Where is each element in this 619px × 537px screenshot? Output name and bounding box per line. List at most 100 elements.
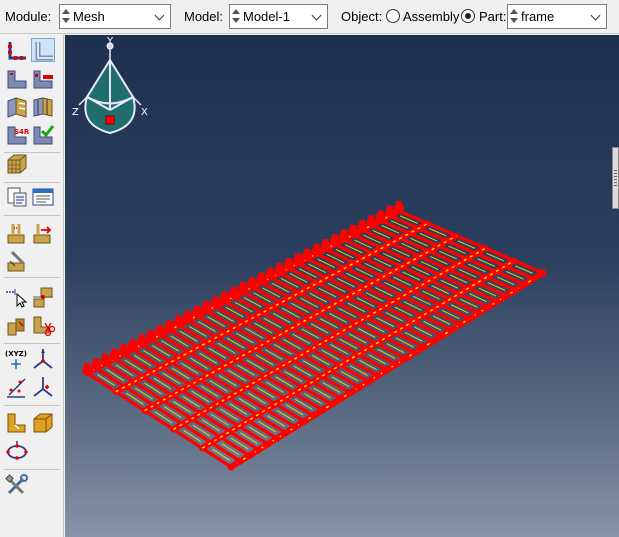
create-datum-point-tool-icon[interactable] [5, 221, 29, 245]
mesh-stiffener [377, 210, 384, 221]
partition-edge-tool-icon[interactable] [5, 411, 29, 435]
module-combo[interactable]: Mesh [59, 4, 171, 29]
mesh-stiffener [93, 358, 100, 369]
mesh-stiffener [102, 353, 109, 364]
toolbox-divider [4, 182, 60, 183]
mesh-node-end [365, 377, 373, 385]
mesh-node-end [456, 320, 464, 328]
mesh-stiffener [304, 248, 311, 259]
datum-csys-tool-icon[interactable] [31, 347, 55, 371]
assembly-radio[interactable] [386, 9, 400, 23]
mesh-node-end [236, 457, 244, 465]
datum-plane-tool-icon[interactable] [5, 375, 29, 399]
mesh-stiffener [368, 215, 375, 226]
create-shell-tool-icon[interactable] [31, 411, 55, 435]
viewport-scroll-handle[interactable] [612, 147, 619, 209]
spin-arrows-icon[interactable] [232, 7, 240, 26]
object-label: Object: [341, 9, 383, 24]
mesh-stiffener [322, 239, 329, 250]
part-combo[interactable]: frame [507, 4, 607, 29]
mesh-node-end [355, 383, 363, 391]
mesh-stiffener [148, 329, 155, 340]
seed-part-edge-tool-icon[interactable] [5, 39, 29, 63]
verify-mesh-tool-icon[interactable] [31, 123, 55, 147]
mesh-stiffener [184, 310, 191, 321]
mesh-rib [268, 276, 417, 355]
datum-point-xyz-tool-icon[interactable]: (XYZ) [5, 347, 29, 371]
mesh-node-end [466, 315, 474, 323]
mesh-part-tool-icon[interactable] [5, 152, 29, 176]
mesh-stiffener [139, 334, 146, 345]
model-combo[interactable]: Model-1 [229, 4, 328, 29]
module-label: Module: [5, 9, 52, 24]
part-radio[interactable] [461, 9, 475, 23]
chevron-down-icon[interactable] [309, 6, 326, 27]
triad-y-label: Y [106, 36, 114, 47]
part-value: frame [521, 9, 555, 24]
module-value: Mesh [73, 9, 105, 24]
part-radio-label[interactable]: Part: [479, 9, 506, 24]
move-point-tool-icon[interactable] [31, 375, 55, 399]
toolbox-divider [4, 405, 60, 406]
datum-axis-tool-icon[interactable] [5, 285, 29, 309]
mesh-node-end [502, 292, 510, 300]
toolbox-divider [4, 277, 60, 278]
mesh-stiffener [258, 272, 265, 283]
mesh-rib [241, 290, 389, 372]
partition-face-tool-icon[interactable] [31, 95, 55, 119]
mesh-stiffener [203, 301, 210, 312]
mesh-stiffener [285, 258, 292, 269]
mesh-node-end [374, 372, 382, 380]
mesh-toolbox: S4R (XYZ) [0, 35, 64, 537]
mesh-stiffener [396, 201, 402, 211]
mesh-node-end [521, 280, 529, 288]
mesh-node-end [475, 309, 483, 317]
mesh-stiffener [249, 277, 256, 288]
mesh-rib [278, 271, 426, 349]
mesh-node-end [420, 343, 428, 351]
chevron-down-icon[interactable] [588, 6, 605, 27]
seed-edge-bias-tool-icon[interactable] [31, 67, 55, 91]
model-value: Model-1 [243, 9, 290, 24]
mesh-stiffener [157, 324, 164, 335]
mesh-node-end [438, 332, 446, 340]
mesh-node-end [300, 417, 308, 425]
delete-seed-tool-icon[interactable] [5, 67, 29, 91]
mesh-node-end [346, 389, 354, 397]
context-bar: Module: Mesh Model: Model-1 Object: Asse… [0, 0, 619, 34]
edit-mesh-tool-icon[interactable] [31, 221, 55, 245]
virtual-topology-tool-icon[interactable] [31, 285, 55, 309]
toolbox-divider [4, 215, 60, 216]
spin-arrows-icon[interactable] [510, 7, 518, 26]
element-type-s4r-tool-icon[interactable]: S4R [5, 123, 29, 147]
triad-x-label: X [141, 107, 148, 118]
mesh-stiffener [111, 348, 118, 359]
mesh-node-end [245, 452, 253, 460]
assign-orphan-mesh-tool-icon[interactable] [5, 313, 29, 337]
mesh-stiffener [230, 286, 237, 297]
seed-edge-tool-icon[interactable] [31, 38, 55, 62]
graphics-viewport[interactable]: Y Z X [65, 35, 619, 537]
chevron-down-icon[interactable] [152, 6, 169, 27]
view-triad: Y Z X [72, 36, 148, 135]
model-label: Model: [184, 9, 224, 24]
mesh-stiffener [84, 363, 90, 373]
assembly-radio-label[interactable]: Assembly [403, 9, 459, 24]
mesh-controls-tool-icon[interactable] [5, 95, 29, 119]
mesh-node-end [319, 406, 327, 414]
delete-instance-tool-icon[interactable] [31, 313, 55, 337]
svg-text:S4R: S4R [14, 128, 29, 136]
query-tool-icon[interactable] [5, 185, 29, 209]
mesh-stiffener [331, 234, 338, 245]
toolbox-divider [4, 469, 60, 470]
sketch-loop-tool-icon[interactable] [5, 439, 29, 463]
mesh-node-end [530, 275, 538, 283]
mesh-node-end [493, 298, 501, 306]
mesh-node-end [447, 326, 455, 334]
tools-wrench-icon[interactable] [5, 473, 29, 497]
partition-cell-tool-icon[interactable] [5, 249, 29, 273]
mesh-rib [222, 299, 371, 384]
mesh-stats-tool-icon[interactable] [31, 185, 55, 209]
mesh-node-end [310, 412, 318, 420]
spin-arrows-icon[interactable] [62, 7, 70, 26]
